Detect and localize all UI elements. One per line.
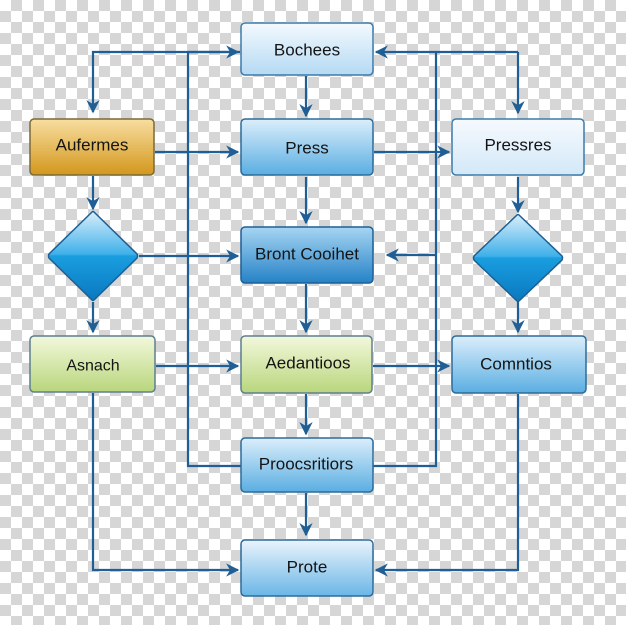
node-aedantioos[interactable]: Aedantioos [240, 335, 373, 394]
node-bront-cooihet[interactable]: Bront Cooihet [240, 226, 374, 284]
node-bront-cooihet-label: Bront Cooihet [255, 245, 359, 264]
node-pressres-label: Pressres [484, 136, 551, 155]
node-proocsritiors-label: Proocsritiors [259, 455, 353, 474]
node-aufermes[interactable]: Aufermes [29, 118, 155, 176]
node-asnach[interactable]: Asnach [29, 335, 156, 393]
node-bochees[interactable]: Bochees [240, 22, 374, 76]
node-asnach-label: Asnach [66, 358, 119, 375]
node-press[interactable]: Press [240, 118, 374, 176]
node-aufermes-label: Aufermes [56, 136, 129, 155]
flowchart: Bochees Aufermes Press Pressres Bront Co… [29, 22, 587, 597]
connector-proocsritiors-bus-left [186, 52, 241, 468]
node-press-label: Press [285, 139, 328, 158]
connector-bochees-aufermes [86, 50, 240, 114]
node-bochees-label: Bochees [274, 41, 340, 60]
node-proocsritiors[interactable]: Proocsritiors [240, 437, 374, 493]
node-aedantioos-label: Aedantioos [265, 354, 350, 373]
node-prote-label: Prote [287, 558, 328, 577]
connector-proocsritiors-bus-right [373, 52, 438, 468]
node-comntios[interactable]: Comntios [451, 335, 587, 394]
connector-comntios-prote [374, 394, 520, 577]
node-prote[interactable]: Prote [240, 539, 374, 597]
node-decision-left[interactable] [47, 210, 139, 302]
node-comntios-label: Comntios [480, 355, 552, 374]
node-decision-right[interactable] [472, 213, 564, 303]
connector-asnach-prote [91, 393, 240, 577]
node-pressres[interactable]: Pressres [451, 118, 585, 176]
